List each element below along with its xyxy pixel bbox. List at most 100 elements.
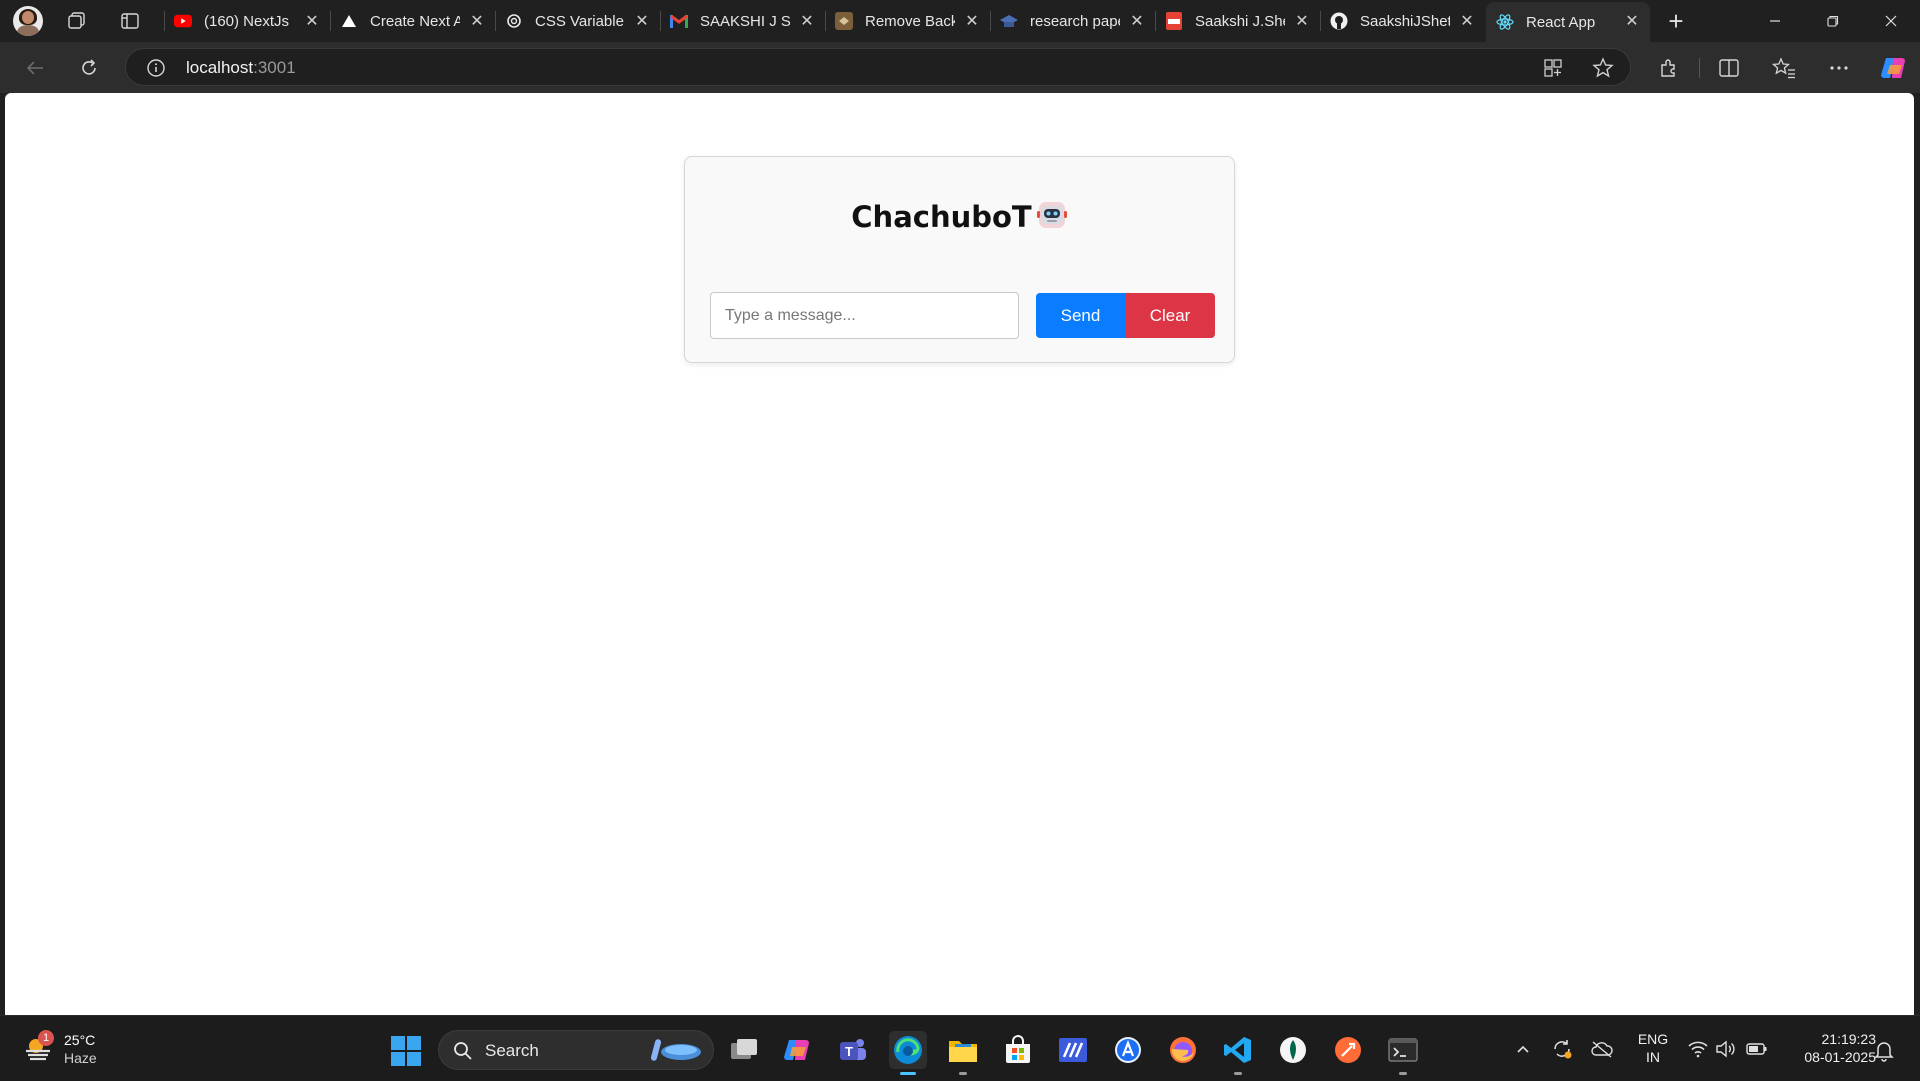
tab-css-variable[interactable]: CSS Variable | ✕ xyxy=(495,2,660,40)
close-tab-icon[interactable]: ✕ xyxy=(467,11,487,31)
clock-date: 08-01-2025 xyxy=(1804,1049,1876,1065)
graduation-cap-icon xyxy=(1000,12,1018,30)
tab-research-paper[interactable]: research pape ✕ xyxy=(990,2,1155,40)
favorite-star-icon[interactable] xyxy=(1591,57,1615,79)
taskbar: 1 25°C Haze Search T ENG IN 21:19:23 08-… xyxy=(0,1015,1920,1081)
tab-title: research pape xyxy=(1030,12,1120,30)
app-title: ChachuboT xyxy=(685,199,1234,238)
restore-button[interactable] xyxy=(1810,0,1856,42)
app-available-icon[interactable] xyxy=(1541,57,1565,79)
notification-bell-icon[interactable] xyxy=(1874,1040,1896,1062)
notification-badge: 1 xyxy=(38,1030,54,1046)
tab-github[interactable]: SaakshiJShett ✕ xyxy=(1320,2,1485,40)
firefox-icon[interactable] xyxy=(1164,1031,1202,1069)
tab-title: SAAKSHI J SH xyxy=(700,12,790,30)
taskbar-search[interactable]: Search xyxy=(438,1030,714,1070)
tab-react-app[interactable]: React App ✕ xyxy=(1486,2,1650,42)
terminal-icon[interactable] xyxy=(1384,1031,1422,1075)
svg-text:T: T xyxy=(845,1044,853,1059)
avatar xyxy=(13,6,43,36)
split-screen-icon[interactable] xyxy=(1713,52,1745,84)
search-highlight-icon xyxy=(645,1035,705,1065)
gmail-icon xyxy=(670,12,688,30)
browser-toolbar: localhost:3001 xyxy=(0,42,1920,93)
new-tab-button[interactable]: + xyxy=(1661,6,1691,36)
file-explorer-icon[interactable] xyxy=(944,1031,982,1075)
visual-studio-icon[interactable] xyxy=(1054,1031,1092,1069)
close-tab-icon[interactable]: ✕ xyxy=(797,11,817,31)
tab-remove-background[interactable]: Remove Back ✕ xyxy=(825,2,990,40)
pdf-icon xyxy=(1165,12,1183,30)
url-host: localhost xyxy=(186,58,254,77)
favorites-icon[interactable] xyxy=(1768,52,1800,84)
tab-title: Saakshi J.She xyxy=(1195,12,1285,30)
copilot-icon[interactable] xyxy=(1878,52,1910,84)
removebg-icon xyxy=(835,12,853,30)
minimize-button[interactable] xyxy=(1752,0,1798,42)
task-view-icon[interactable] xyxy=(725,1031,763,1069)
tab-title: React App xyxy=(1526,13,1596,31)
weather-temperature: 25°C xyxy=(64,1032,96,1048)
profile-avatar-button[interactable] xyxy=(12,5,44,37)
close-tab-icon[interactable]: ✕ xyxy=(962,11,982,31)
close-tab-icon[interactable]: ✕ xyxy=(1457,11,1477,31)
tab-title: Create Next A xyxy=(370,12,460,30)
close-tab-icon[interactable]: ✕ xyxy=(632,11,652,31)
url-port: :3001 xyxy=(253,58,296,77)
chevron-up-icon[interactable] xyxy=(1511,1038,1535,1060)
github-icon xyxy=(1330,12,1348,30)
copilot-app-icon[interactable] xyxy=(779,1031,817,1069)
sync-icon[interactable] xyxy=(1550,1038,1574,1060)
postman-icon[interactable] xyxy=(1329,1031,1367,1069)
message-input[interactable] xyxy=(710,292,1019,339)
close-window-button[interactable] xyxy=(1868,0,1914,42)
battery-icon[interactable] xyxy=(1745,1038,1769,1060)
vertical-tabs-icon[interactable] xyxy=(115,7,145,35)
start-button[interactable] xyxy=(390,1035,422,1067)
workspaces-icon[interactable] xyxy=(62,7,92,35)
clock-time: 21:19:23 xyxy=(1821,1031,1877,1047)
nextjs-icon xyxy=(340,12,358,30)
tab-gmail[interactable]: SAAKSHI J SH ✕ xyxy=(660,2,825,40)
microsoft-store-icon[interactable] xyxy=(999,1031,1037,1069)
vscode-icon[interactable] xyxy=(1219,1031,1257,1075)
close-tab-icon[interactable]: ✕ xyxy=(1292,11,1312,31)
tab-strip: (160) NextJs | ✕ Create Next A ✕ CSS Var… xyxy=(0,0,1920,42)
app-title-text: ChachuboT xyxy=(851,200,1032,234)
close-tab-icon[interactable]: ✕ xyxy=(1127,11,1147,31)
tab-title: SaakshiJShett xyxy=(1360,12,1450,30)
search-icon xyxy=(453,1041,473,1066)
volume-icon[interactable] xyxy=(1714,1038,1738,1060)
language-code: ENG xyxy=(1637,1031,1669,1047)
language-region: IN xyxy=(1646,1049,1660,1065)
language-indicator[interactable]: ENG IN xyxy=(1633,1030,1673,1066)
tab-title: CSS Variable | xyxy=(535,12,625,30)
close-tab-icon[interactable]: ✕ xyxy=(302,11,322,31)
tab-pdf[interactable]: Saakshi J.She ✕ xyxy=(1155,2,1320,40)
clock[interactable]: 21:19:23 08-01-2025 xyxy=(1780,1030,1876,1066)
teams-icon[interactable]: T xyxy=(834,1031,872,1069)
tab-title: (160) NextJs | xyxy=(204,12,294,30)
clear-button[interactable]: Clear xyxy=(1125,293,1215,338)
react-icon xyxy=(1496,13,1514,31)
wifi-icon[interactable] xyxy=(1686,1038,1710,1060)
onedrive-offline-icon[interactable] xyxy=(1590,1038,1614,1060)
address-bar[interactable]: localhost:3001 xyxy=(125,48,1631,86)
tab-youtube[interactable]: (160) NextJs | ✕ xyxy=(164,2,330,40)
weather-widget[interactable]: 1 25°C Haze xyxy=(20,1030,110,1070)
tab-create-next-app[interactable]: Create Next A ✕ xyxy=(330,2,495,40)
more-options-icon[interactable] xyxy=(1823,52,1855,84)
back-button[interactable] xyxy=(18,52,52,84)
page-viewport: ChachuboT Send Clear xyxy=(5,93,1914,1015)
site-info-icon[interactable] xyxy=(146,58,166,78)
extensions-icon[interactable] xyxy=(1653,52,1685,84)
search-label: Search xyxy=(485,1041,539,1060)
mongodb-compass-icon[interactable] xyxy=(1274,1031,1312,1069)
tab-title: Remove Back xyxy=(865,12,955,30)
send-button[interactable]: Send xyxy=(1036,293,1125,338)
edge-icon[interactable] xyxy=(889,1031,927,1075)
address-url[interactable]: localhost:3001 xyxy=(186,58,296,78)
refresh-button[interactable] xyxy=(72,52,106,84)
app-store-icon[interactable] xyxy=(1109,1031,1147,1069)
close-tab-icon[interactable]: ✕ xyxy=(1622,11,1642,31)
